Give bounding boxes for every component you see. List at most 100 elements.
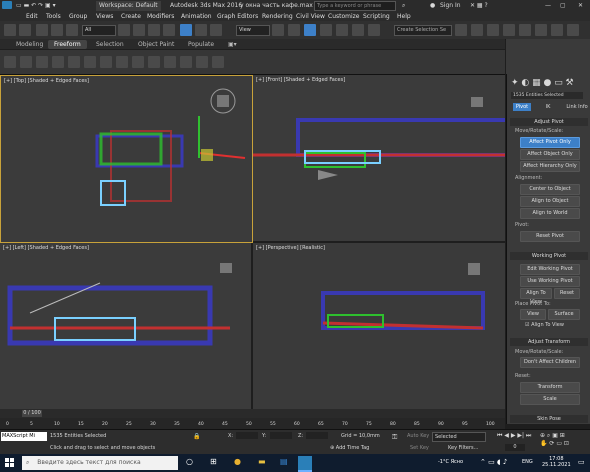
system-tray-icons[interactable]: ⌃ ▭ ◖ ♪	[480, 458, 507, 466]
use-working-pivot-button[interactable]: Use Working Pivot	[520, 276, 580, 287]
language-indicator[interactable]: ENG	[522, 459, 533, 465]
reset-button[interactable]: Reset	[554, 288, 580, 299]
edit-working-pivot-button[interactable]: Edit Working Pivot	[520, 264, 580, 275]
menu-customize[interactable]: Customize	[328, 13, 360, 20]
tab-freeform[interactable]: Freeform	[48, 40, 87, 49]
dont-affect-children-button[interactable]: Don't Affect Children	[520, 357, 580, 368]
auto-key-button[interactable]: Auto Key	[407, 433, 429, 439]
paint-deform-icon[interactable]	[4, 56, 16, 68]
maximize-button[interactable]: ▢	[560, 2, 566, 9]
menu-modifiers[interactable]: Modifiers	[147, 13, 174, 20]
menu-create[interactable]: Create	[121, 13, 141, 20]
notification-icon[interactable]: ▭	[578, 458, 585, 466]
select-manipulate-icon[interactable]	[288, 24, 300, 36]
menu-rendering[interactable]: Rendering	[262, 13, 293, 20]
menu-edit[interactable]: Edit	[26, 13, 38, 20]
exaggerate-icon[interactable]	[132, 56, 144, 68]
menu-civil-view[interactable]: Civil View	[296, 13, 325, 20]
view-button[interactable]: View	[520, 309, 546, 320]
select-object-icon[interactable]	[118, 24, 130, 36]
tab-ik[interactable]: IK	[539, 103, 557, 111]
rollout-skin-pose[interactable]: Skin Pose	[510, 415, 588, 423]
help-icon[interactable]: ✕ ▦ ?	[470, 2, 488, 9]
undo-icon[interactable]	[4, 24, 16, 36]
viewport-left-label[interactable]: [+] [Left] [Shaded + Edged Faces]	[3, 245, 89, 251]
key-icon[interactable]: ⚿	[392, 433, 397, 442]
windows-start-icon[interactable]	[5, 458, 15, 468]
align-to-view-button[interactable]: Align To View	[520, 288, 552, 305]
menu-group[interactable]: Group	[69, 13, 87, 20]
pivot-center-icon[interactable]	[272, 24, 284, 36]
menu-graph-editors[interactable]: Graph Editors	[217, 13, 258, 20]
material-editor-icon[interactable]	[551, 24, 563, 36]
affect-object-only-button[interactable]: Affect Object Only	[520, 149, 580, 160]
rollout-adjust-pivot[interactable]: Adjust Pivot	[510, 118, 588, 126]
tab-populate[interactable]: Populate	[182, 40, 220, 49]
revert-icon[interactable]	[196, 56, 208, 68]
rollout-adjust-transform[interactable]: Adjust Transform	[510, 338, 588, 346]
named-selection-dropdown[interactable]: Create Selection Se	[394, 25, 452, 36]
menu-scripting[interactable]: Scripting	[363, 13, 390, 20]
add-time-tag-button[interactable]: ⊕ Add Time Tag	[330, 445, 369, 451]
mirror-paint-icon[interactable]	[180, 56, 192, 68]
push-pull-icon[interactable]	[36, 56, 48, 68]
store-icon[interactable]: ▤	[280, 457, 288, 466]
set-key-button[interactable]: Set Key	[410, 445, 429, 451]
file-explorer-icon[interactable]: ▬	[258, 457, 266, 466]
percent-snap-icon[interactable]	[352, 24, 364, 36]
ribbon-options-icon[interactable]: ▣▾	[222, 40, 243, 49]
viewport-perspective[interactable]: [+] [Perspective] [Realistic]	[253, 243, 505, 409]
close-button[interactable]: ✕	[578, 2, 583, 9]
reference-coordinate-dropdown[interactable]: View	[236, 25, 270, 36]
scale-button[interactable]: Scale	[520, 394, 580, 405]
shift-icon[interactable]	[20, 56, 32, 68]
search-input[interactable]: Type a keyword or phrase	[314, 1, 396, 11]
selection-filter-dropdown[interactable]: All	[82, 25, 116, 36]
viewport-front[interactable]: [+] [Front] [Shaded + Edged Faces]	[253, 75, 505, 241]
tab-selection[interactable]: Selection	[90, 40, 130, 49]
minimize-button[interactable]: —	[545, 2, 551, 9]
key-mode-dropdown[interactable]: Selected	[432, 432, 486, 442]
viewport-front-label[interactable]: [+] [Front] [Shaded + Edged Faces]	[256, 77, 345, 83]
snap-toggle-icon[interactable]	[320, 24, 332, 36]
taskbar-search-input[interactable]: ⌕ Введите здесь текст для поиска	[22, 456, 178, 470]
tab-object-paint[interactable]: Object Paint	[132, 40, 180, 49]
rectangular-selection-icon[interactable]	[148, 24, 160, 36]
keyboard-shortcut-override-icon[interactable]	[304, 24, 316, 36]
spinner-snap-icon[interactable]	[368, 24, 380, 36]
surface-button[interactable]: Surface	[548, 309, 580, 320]
weather-widget[interactable]: -1°C Ясно	[438, 459, 463, 465]
clock[interactable]: 17:08 25.11.2021	[542, 456, 571, 468]
select-by-name-icon[interactable]	[133, 24, 145, 36]
unlink-icon[interactable]	[51, 24, 63, 36]
constrain-icon[interactable]	[148, 56, 160, 68]
bind-spacewarp-icon[interactable]	[66, 24, 78, 36]
layer-manager-icon[interactable]	[487, 24, 499, 36]
viewport-perspective-label[interactable]: [+] [Perspective] [Realistic]	[256, 245, 325, 251]
chrome-icon[interactable]: ●	[234, 457, 241, 466]
widgets-icon[interactable]: ⊞	[210, 457, 217, 466]
conform-icon[interactable]	[164, 56, 176, 68]
reset-pivot-button[interactable]: Reset Pivot	[520, 231, 580, 242]
tab-modeling[interactable]: Modeling	[10, 40, 49, 49]
curve-editor-icon[interactable]	[519, 24, 531, 36]
paint-options-icon[interactable]	[212, 56, 224, 68]
link-icon[interactable]	[36, 24, 48, 36]
graphite-toggle-icon[interactable]	[503, 24, 515, 36]
viewport-top-label[interactable]: [+] [Top] [Shaded + Edged Faces]	[4, 78, 89, 84]
command-panel-tab-icons[interactable]: ✦ ◐ ▦ ● ▭ ⚒	[511, 78, 574, 88]
relax-icon[interactable]	[52, 56, 64, 68]
time-slider[interactable]: 0 / 100	[22, 410, 42, 417]
tab-link-info[interactable]: Link Info	[565, 103, 589, 111]
current-frame-field[interactable]: 0	[505, 444, 525, 451]
align-to-view-checkbox[interactable]: ☑ Align To View	[525, 322, 564, 328]
lock-selection-icon[interactable]: 🔒	[193, 433, 200, 440]
render-setup-icon[interactable]	[567, 24, 579, 36]
mirror-icon[interactable]	[455, 24, 467, 36]
viewport-left[interactable]: [+] [Left] [Shaded + Edged Faces]	[0, 243, 251, 409]
align-to-world-button[interactable]: Align to World	[520, 208, 580, 219]
align-to-object-button[interactable]: Align to Object	[520, 196, 580, 207]
redo-icon[interactable]	[19, 24, 31, 36]
affect-pivot-only-button[interactable]: Affect Pivot Only	[520, 137, 580, 148]
menu-tools[interactable]: Tools	[46, 13, 61, 20]
